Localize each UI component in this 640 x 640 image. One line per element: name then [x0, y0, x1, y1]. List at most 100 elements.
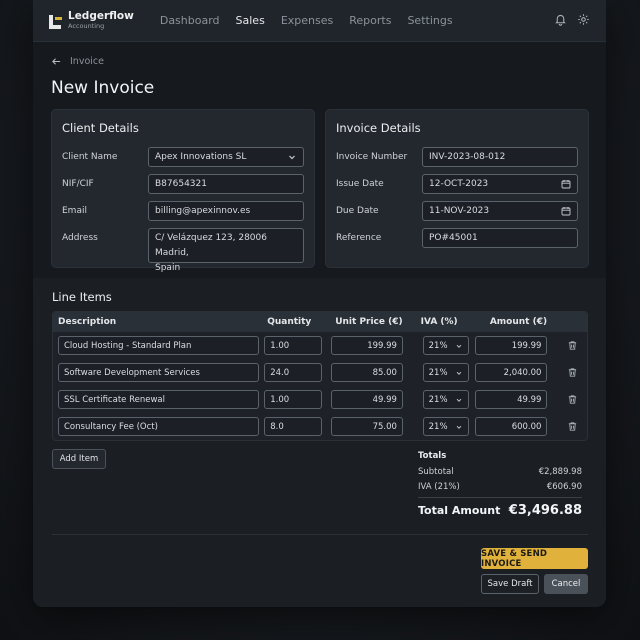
issue-date-value: 12-OCT-2023 — [429, 179, 489, 189]
quantity-input[interactable]: 8.0 — [264, 417, 323, 436]
description-input[interactable]: Software Development Services — [58, 363, 260, 382]
top-navigation-bar: Ledgerflow Accounting Dashboard Sales Ex… — [33, 0, 606, 42]
invoice-header-section: Invoice New Invoice Client Details Clien… — [33, 42, 606, 278]
iva-select[interactable]: 21% — [422, 363, 469, 382]
header-description: Description — [58, 317, 117, 327]
unit-price-input[interactable]: 85.00 — [330, 363, 403, 382]
trash-icon[interactable] — [557, 367, 587, 378]
client-details-card: Client Details Client Name Apex Innovati… — [51, 109, 315, 273]
reference-value: PO#45001 — [429, 233, 478, 243]
address-line-1: C/ Velázquez 123, 28006 Madrid, — [155, 233, 267, 258]
client-name-label: Client Name — [62, 152, 118, 162]
client-name-value: Apex Innovations SL — [155, 152, 247, 162]
total-amount-label: Total Amount — [418, 504, 501, 517]
quantity-input[interactable]: 24.0 — [264, 363, 323, 382]
email-field[interactable]: billing@apexinnov.es — [148, 201, 304, 221]
nav-reports[interactable]: Reports — [349, 14, 391, 27]
nav-settings[interactable]: Settings — [407, 14, 452, 27]
nav-sales[interactable]: Sales — [236, 14, 265, 27]
iva-value: 21% — [428, 394, 448, 405]
chevron-down-icon — [456, 371, 461, 375]
unit-price-input[interactable]: 49.99 — [330, 390, 403, 409]
iva-value: 21% — [428, 367, 448, 378]
header-quantity: Quantity — [267, 317, 312, 327]
app-window: Ledgerflow Accounting Dashboard Sales Ex… — [33, 0, 606, 607]
amount-value: 49.99 — [475, 390, 548, 409]
breadcrumb-label[interactable]: Invoice — [70, 56, 104, 67]
save-and-send-button[interactable]: SAVE & SEND INVOICE — [481, 548, 588, 569]
brand-subtitle: Accounting — [68, 22, 105, 30]
gear-icon[interactable] — [577, 11, 590, 30]
totals-panel: Totals Subtotal €2,889.98 IVA (21%) €606… — [418, 451, 582, 518]
page-title: New Invoice — [51, 78, 155, 98]
quantity-input[interactable]: 1.00 — [264, 390, 323, 409]
due-date-value: 11-NOV-2023 — [429, 206, 490, 216]
totals-divider — [418, 497, 582, 498]
description-input[interactable]: Cloud Hosting - Standard Plan — [58, 336, 260, 355]
chevron-down-icon — [289, 155, 295, 160]
table-row: Cloud Hosting - Standard Plan 1.00 199.9… — [53, 332, 587, 359]
description-input[interactable]: Consultancy Fee (Oct) — [58, 417, 260, 436]
nav-expenses[interactable]: Expenses — [281, 14, 333, 27]
back-arrow-icon[interactable] — [51, 56, 62, 67]
chevron-down-icon — [456, 398, 461, 402]
iva-total-value: €606.90 — [546, 482, 582, 492]
email-value: billing@apexinnov.es — [155, 206, 251, 216]
nav-dashboard[interactable]: Dashboard — [160, 14, 220, 27]
address-line-2: Spain — [155, 263, 181, 273]
subtotal-value: €2,889.98 — [538, 467, 582, 477]
line-items-table: Description Quantity Unit Price (€) IVA … — [52, 311, 588, 441]
breadcrumb[interactable]: Invoice — [51, 56, 104, 67]
line-items-title: Line Items — [52, 290, 112, 304]
issue-date-label: Issue Date — [336, 179, 384, 189]
app-logo[interactable]: Ledgerflow Accounting — [49, 11, 134, 30]
nif-field[interactable]: B87654321 — [148, 174, 304, 194]
amount-value: 600.00 — [475, 417, 548, 436]
client-name-select[interactable]: Apex Innovations SL — [148, 147, 304, 167]
logo-mark-icon — [49, 13, 63, 29]
issue-date-field[interactable]: 12-OCT-2023 — [422, 174, 578, 194]
chevron-down-icon — [456, 425, 461, 429]
bell-icon[interactable] — [554, 11, 567, 30]
reference-field[interactable]: PO#45001 — [422, 228, 578, 248]
table-row: Consultancy Fee (Oct) 8.0 75.00 21% 600.… — [53, 413, 587, 440]
unit-price-input[interactable]: 199.99 — [330, 336, 403, 355]
divider — [52, 534, 588, 535]
description-input[interactable]: SSL Certificate Renewal — [58, 390, 260, 409]
iva-select[interactable]: 21% — [422, 336, 469, 355]
iva-select[interactable]: 21% — [422, 417, 469, 436]
header-iva: IVA (%) — [420, 317, 458, 327]
invoice-number-value: INV-2023-08-012 — [429, 152, 506, 162]
header-unit-price: Unit Price (€) — [335, 317, 403, 327]
trash-icon[interactable] — [557, 340, 587, 351]
iva-select[interactable]: 21% — [422, 390, 469, 409]
due-date-field[interactable]: 11-NOV-2023 — [422, 201, 578, 221]
cancel-button[interactable]: Cancel — [544, 574, 588, 594]
nif-label: NIF/CIF — [62, 179, 94, 189]
calendar-icon[interactable] — [561, 206, 571, 216]
total-amount-value: €3,496.88 — [508, 503, 582, 518]
client-details-title: Client Details — [62, 121, 139, 135]
main-nav: Dashboard Sales Expenses Reports Setting… — [160, 14, 453, 27]
totals-title: Totals — [418, 451, 447, 461]
quantity-input[interactable]: 1.00 — [264, 336, 323, 355]
subtotal-label: Subtotal — [418, 467, 454, 477]
nif-value: B87654321 — [155, 179, 207, 189]
save-draft-button[interactable]: Save Draft — [481, 574, 539, 594]
unit-price-input[interactable]: 75.00 — [330, 417, 403, 436]
table-row: SSL Certificate Renewal 1.00 49.99 21% 4… — [53, 386, 587, 413]
table-row: Software Development Services 24.0 85.00… — [53, 359, 587, 386]
amount-value: 199.99 — [475, 336, 548, 355]
trash-icon[interactable] — [557, 421, 587, 432]
line-items-section: Line Items Description Quantity Unit Pri… — [33, 278, 606, 607]
address-field[interactable]: C/ Velázquez 123, 28006 Madrid, Spain — [148, 228, 304, 273]
reference-label: Reference — [336, 233, 382, 243]
invoice-number-field[interactable]: INV-2023-08-012 — [422, 147, 578, 167]
iva-total-label: IVA (21%) — [418, 482, 460, 492]
trash-icon[interactable] — [557, 394, 587, 405]
calendar-icon[interactable] — [561, 179, 571, 189]
brand-name: Ledgerflow — [68, 10, 134, 22]
table-header: Description Quantity Unit Price (€) IVA … — [53, 312, 587, 332]
add-item-button[interactable]: Add Item — [52, 449, 106, 469]
iva-value: 21% — [428, 340, 448, 351]
